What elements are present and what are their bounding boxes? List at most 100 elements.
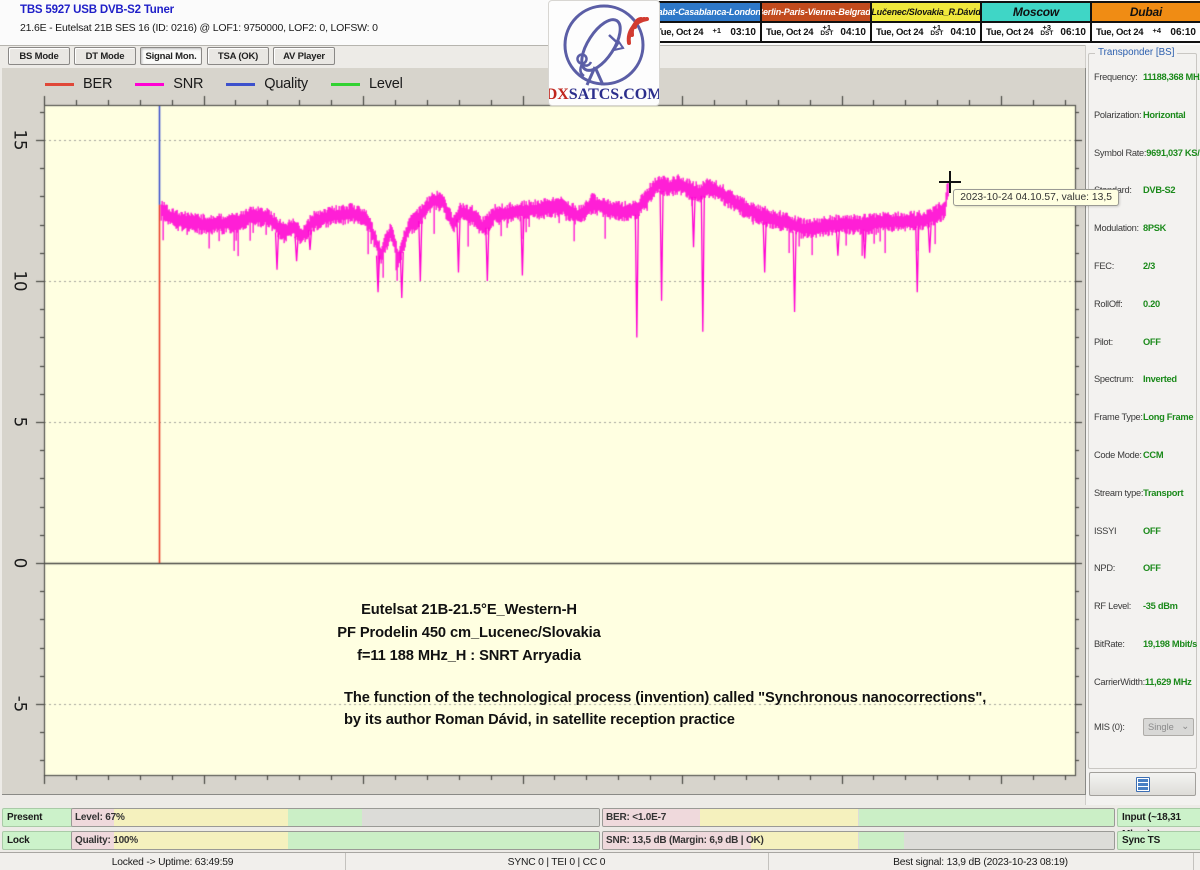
clock-city-label: Dubai <box>1092 3 1200 23</box>
bar-segment <box>288 809 362 826</box>
world-clock: DubaiTue, Oct 24+406:10 <box>1090 1 1200 43</box>
mis-dropdown-value: Single <box>1148 722 1174 732</box>
world-clock: Lučenec/Slovakia_R.DávidTue, Oct 24+1DST… <box>870 1 982 43</box>
tab-tsa-ok[interactable]: TSA (OK) <box>207 47 269 65</box>
transponder-row-label: Code Mode: <box>1094 450 1143 460</box>
transponder-row-label: Modulation: <box>1094 223 1143 233</box>
chart-annotation-block: Eutelsat 21B-21.5°E_Western-H PF Prodeli… <box>330 599 608 668</box>
clock-date: Tue, Oct 24 <box>766 27 813 38</box>
mis-label: MIS (0): <box>1094 722 1143 732</box>
legend-label: Level <box>369 76 403 92</box>
clock-date: Tue, Oct 24 <box>1096 27 1143 38</box>
clock-time-row: Tue, Oct 24+1DST04:10 <box>872 23 980 41</box>
present-indicator: Present <box>2 808 73 827</box>
transponder-row-label: Symbol Rate: <box>1094 148 1146 158</box>
value-tooltip: 2023-10-24 04.10.57, value: 13,5 <box>953 189 1119 206</box>
annotation-line: Eutelsat 21B-21.5°E_Western-H <box>330 599 608 622</box>
transponder-row-label: FEC: <box>1094 261 1143 271</box>
tab-bs-mode[interactable]: BS Mode <box>8 47 70 65</box>
legend-line-swatch <box>226 83 255 86</box>
legend-item-quality: Quality <box>226 76 308 92</box>
bar-segment <box>114 809 288 826</box>
transponder-row-value: Long Frame <box>1143 412 1193 422</box>
clock-time-row: Tue, Oct 24+406:10 <box>1092 23 1200 41</box>
clock-utc-offset: +1DST <box>930 24 943 38</box>
transponder-row-label: RollOff: <box>1094 299 1143 309</box>
transponder-row-label: Frame Type: <box>1094 412 1143 422</box>
mis-dropdown[interactable]: Single⌄ <box>1143 718 1194 736</box>
clock-time: 06:10 <box>1060 27 1086 38</box>
world-clocks: Rabat-Casablanca-LondonTue, Oct 24+103:1… <box>650 1 1200 43</box>
clock-dst-label: DST <box>820 31 833 38</box>
quality-bar-label: Quality: 100% <box>75 832 138 849</box>
transponder-row: Stream type:Transport <box>1094 488 1194 526</box>
sync-ts-indicator: Sync TS <box>1117 831 1200 850</box>
transponder-row-label: ISSYI <box>1094 526 1143 536</box>
clock-offset-value: +4 <box>1153 27 1162 35</box>
transponder-row-value: CCM <box>1143 450 1163 460</box>
tab-dt-mode[interactable]: DT Mode <box>74 47 136 65</box>
legend-label: Quality <box>264 76 308 92</box>
y-tick-label: 10 <box>11 271 30 292</box>
transponder-row-label: Stream type: <box>1094 488 1143 498</box>
clock-utc-offset: +1 <box>713 27 722 35</box>
legend-label: BER <box>83 76 112 92</box>
clock-city-label: Rabat-Casablanca-London <box>652 3 760 23</box>
transponder-row: Pilot:OFF <box>1094 337 1194 375</box>
bar-segment <box>859 809 1115 826</box>
y-tick-label: -5 <box>11 696 30 712</box>
transponder-row-value: OFF <box>1143 526 1161 536</box>
annotation-line: f=11 188 MHz_H : SNRT Arryadia <box>330 645 608 668</box>
legend-item-snr: SNR <box>135 76 203 92</box>
transponder-row-value: Transport <box>1143 488 1183 498</box>
transponder-row-value: Inverted <box>1143 374 1177 384</box>
transponder-row-value: -35 dBm <box>1143 601 1178 611</box>
transponder-list-button[interactable] <box>1089 772 1196 796</box>
transponder-row: Spectrum:Inverted <box>1094 374 1194 412</box>
transponder-groupbox-title: Transponder [BS] <box>1095 47 1177 58</box>
ber-bar: BER: <1.0E-7 <box>602 808 1115 827</box>
transponder-row: CarrierWidth:11,629 MHz <box>1094 677 1194 715</box>
bar-segment <box>288 832 599 849</box>
transponder-row-value: 8PSK <box>1143 223 1166 233</box>
mis-row: MIS (0):Single⌄ <box>1094 715 1194 739</box>
app-title: TBS 5927 USB DVB-S2 Tuner <box>20 4 174 16</box>
clock-time-row: Tue, Oct 24+103:10 <box>652 23 760 41</box>
transponder-row: Code Mode:CCM <box>1094 450 1194 488</box>
logo-text-dx: DX <box>549 86 569 103</box>
transponder-row-label: BitRate: <box>1094 639 1143 649</box>
world-clock: Berlin-Paris-Vienna-Belgrade Tue, Oct 24 +… <box>760 1 872 43</box>
lock-indicator: Lock <box>2 831 73 850</box>
transponder-row-label: NPD: <box>1094 563 1143 573</box>
ber-bar-label: BER: <1.0E-7 <box>606 809 666 826</box>
transponder-row: Symbol Rate:9691,037 KS/s <box>1094 148 1194 186</box>
tab-signal-mon[interactable]: Signal Mon. <box>140 47 202 65</box>
clock-date: Tue, Oct 24 <box>656 27 703 38</box>
clock-utc-offset: +1DST <box>820 24 833 38</box>
level-bar-label: Level: 67% <box>75 809 125 826</box>
status-sync-counters: SYNC 0 | TEI 0 | CC 0 <box>345 853 769 870</box>
tab-av-player[interactable]: AV Player <box>273 47 335 65</box>
transponder-row-value: Horizontal <box>1143 110 1185 120</box>
svg-text:DXSATCS.COM: DXSATCS.COM <box>549 86 659 103</box>
transponder-row: RollOff:0.20 <box>1094 299 1194 337</box>
clock-city-label: Berlin-Paris-Vienna-Belgrade <box>762 3 870 23</box>
mode-tab-bar: BS ModeDT ModeSignal Mon. TSA (OK)AV Play… <box>0 46 1085 68</box>
quality-bar: Quality: 100% <box>71 831 600 850</box>
satellite-dish-icon: DXSATCS.COM <box>549 1 659 105</box>
clock-time-row: Tue, Oct 24 +1DST 04:10 <box>762 23 870 41</box>
status-bar: Locked -> Uptime: 63:49:59 SYNC 0 | TEI … <box>0 852 1200 870</box>
world-clock: MoscowTue, Oct 24+3DST06:10 <box>980 1 1092 43</box>
clock-time: 04:10 <box>840 27 866 38</box>
transponder-row-value: DVB-S2 <box>1143 185 1175 195</box>
y-tick-label: 15 <box>11 130 30 151</box>
transponder-row: Polarization:Horizontal <box>1094 110 1194 148</box>
signal-monitor-chart[interactable] <box>2 68 1085 794</box>
y-tick-label: 0 <box>11 558 30 569</box>
legend-item-level: Level <box>331 76 403 92</box>
clock-dst-label: DST <box>1040 31 1053 38</box>
transponder-groupbox: Transponder [BS] Frequency:11188,368 MHz… <box>1088 53 1197 769</box>
clock-time-row: Tue, Oct 24+3DST06:10 <box>982 23 1090 41</box>
transponder-row: ISSYIOFF <box>1094 526 1194 564</box>
world-clock: Rabat-Casablanca-LondonTue, Oct 24+103:1… <box>650 1 762 43</box>
